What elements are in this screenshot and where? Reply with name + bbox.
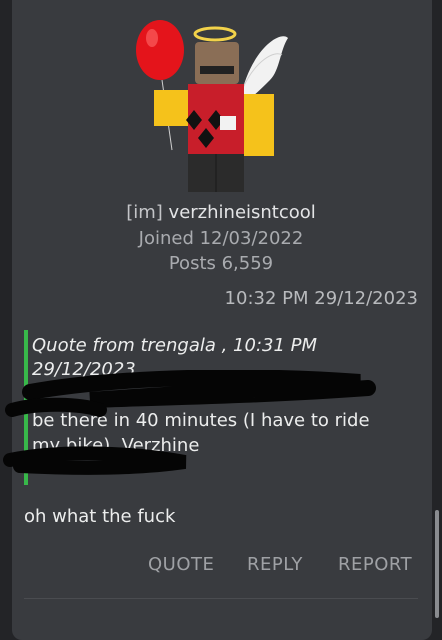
quote-button[interactable]: QUOTE: [148, 554, 214, 575]
user-avatar[interactable]: [130, 10, 290, 200]
reply-button[interactable]: REPLY: [247, 554, 303, 575]
joined-date: Joined 12/03/2022: [138, 228, 304, 249]
reply-text: oh what the fuck: [24, 506, 176, 527]
redaction-scribble: [3, 370, 376, 475]
username-line[interactable]: [im] verzhineisntcool: [0, 202, 442, 223]
post-count: Posts 6,559: [168, 253, 274, 274]
username[interactable]: verzhineisntcool: [169, 202, 316, 223]
divider: [24, 598, 418, 599]
post-timestamp: 10:32 PM 29/12/2023: [224, 288, 418, 309]
report-button[interactable]: REPORT: [338, 554, 412, 575]
user-prefix: [im]: [126, 202, 163, 223]
scrollbar[interactable]: [435, 510, 439, 618]
